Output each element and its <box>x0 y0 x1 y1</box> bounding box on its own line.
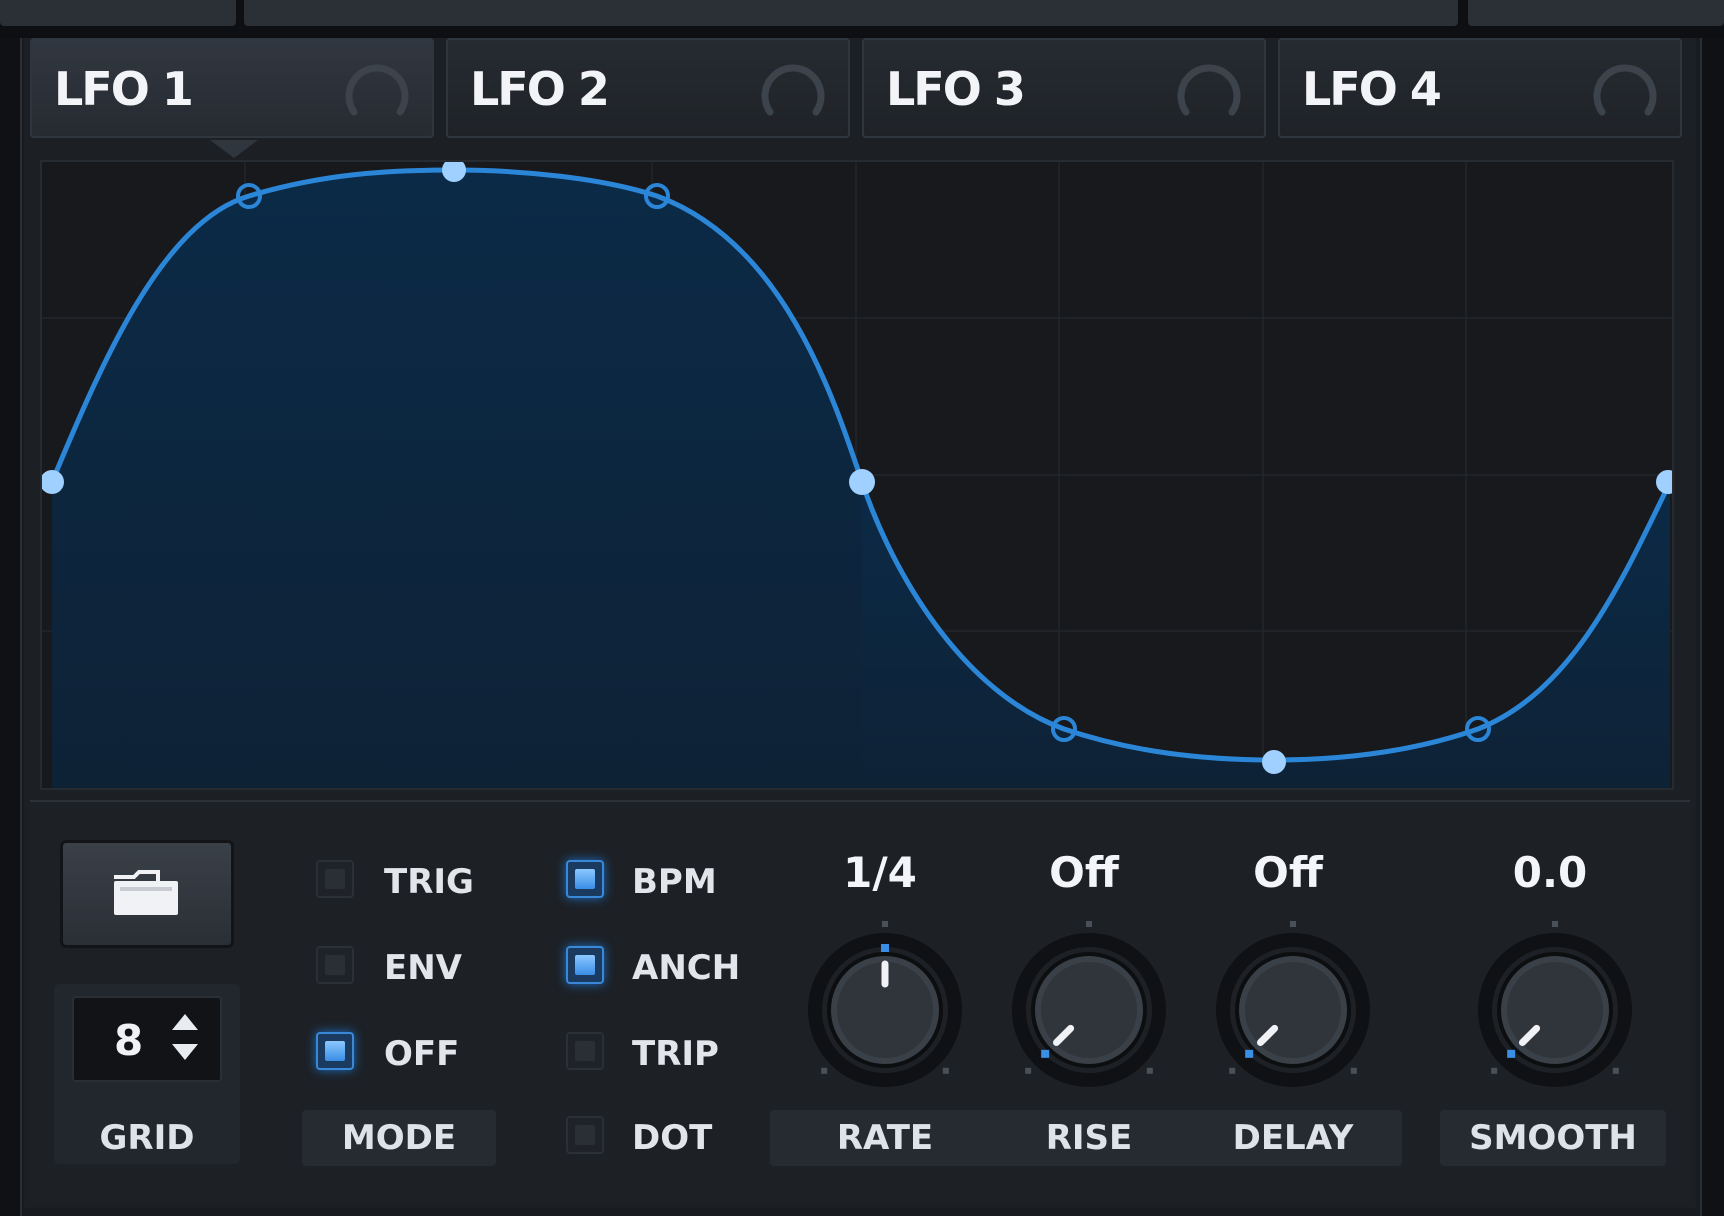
mode-off-checkbox[interactable] <box>316 1032 354 1070</box>
bpm-checkbox[interactable] <box>566 860 604 898</box>
smooth-label: SMOOTH <box>1469 1118 1637 1158</box>
curve-point[interactable] <box>849 469 875 495</box>
mode-trig-label: TRIG <box>384 862 474 902</box>
grid-stepper[interactable]: 8 <box>72 996 222 1082</box>
tab-label: LFO 2 <box>470 62 610 116</box>
lfo-retrigger-icon <box>761 64 825 116</box>
delay-knob[interactable] <box>1203 910 1383 1090</box>
mode-env-label: ENV <box>384 948 462 988</box>
mode-trig-checkbox[interactable] <box>316 860 354 898</box>
knob-indicator <box>881 944 889 952</box>
tab-lfo-4[interactable]: LFO 4 <box>1278 38 1682 138</box>
knob-svg[interactable] <box>795 910 975 1090</box>
curve-point[interactable] <box>1656 470 1672 494</box>
knob-indicator <box>1507 1049 1516 1058</box>
knob-svg[interactable] <box>999 910 1179 1090</box>
knob-indicator <box>1041 1049 1050 1058</box>
knob-svg[interactable] <box>1203 910 1383 1090</box>
knob-center-tick <box>1086 921 1092 927</box>
grid-value: 8 <box>114 1016 144 1065</box>
knob-end-tick <box>1612 1067 1619 1074</box>
anch-checkbox[interactable] <box>566 946 604 984</box>
decrement-arrow-icon[interactable] <box>172 1044 198 1060</box>
smooth-knob[interactable] <box>1465 910 1645 1090</box>
knob-end-tick <box>1229 1067 1236 1074</box>
rate-label: RATE <box>836 1118 934 1158</box>
knob-svg[interactable] <box>1465 910 1645 1090</box>
knob-end-tick <box>821 1067 828 1074</box>
dot-checkbox[interactable] <box>566 1116 604 1154</box>
mode-env-checkbox[interactable] <box>316 946 354 984</box>
rate-value: 1/4 <box>843 848 917 897</box>
rise-label: RISE <box>1045 1118 1133 1158</box>
knob-center-tick <box>882 921 888 927</box>
tab-lfo-2[interactable]: LFO 2 <box>446 38 850 138</box>
tab-label: LFO 4 <box>1302 62 1442 116</box>
folder-icon <box>114 870 178 915</box>
left-rail <box>0 38 22 1216</box>
top-strip <box>0 0 1724 38</box>
mode-off-label: OFF <box>384 1034 460 1074</box>
lfo-retrigger-icon <box>1593 64 1657 116</box>
active-tab-pointer <box>210 140 258 158</box>
trip-label: TRIP <box>632 1034 719 1074</box>
knob-end-tick <box>1146 1067 1153 1074</box>
top-segment <box>244 0 1458 26</box>
knob-indicator <box>1245 1049 1254 1058</box>
curve-point[interactable] <box>1262 750 1286 774</box>
smooth-value: 0.0 <box>1512 848 1588 897</box>
rise-value: Off <box>1049 848 1119 897</box>
knob-end-tick <box>1491 1067 1498 1074</box>
lfo-retrigger-icon <box>345 64 409 116</box>
increment-arrow-icon[interactable] <box>172 1014 198 1030</box>
trip-checkbox[interactable] <box>566 1032 604 1070</box>
knob-end-tick <box>942 1067 949 1074</box>
tab-lfo-1[interactable]: LFO 1 <box>30 38 434 138</box>
delay-value: Off <box>1253 848 1323 897</box>
anch-label: ANCH <box>632 948 741 988</box>
lfo-curve-fill <box>862 482 1670 788</box>
preset-browser-button[interactable] <box>60 840 234 948</box>
right-rail <box>1700 38 1724 1216</box>
knob-center-tick <box>1290 921 1296 927</box>
rise-knob[interactable] <box>999 910 1179 1090</box>
tab-label: LFO 1 <box>54 62 194 116</box>
lfo-shape-editor[interactable] <box>40 160 1674 790</box>
lfo-tab-bar: LFO 1 LFO 2 LFO 3 LFO 4 <box>30 38 1690 142</box>
knob-end-tick <box>1350 1067 1357 1074</box>
bpm-label: BPM <box>632 862 717 902</box>
mode-label: MODE <box>341 1118 457 1158</box>
knob-end-tick <box>1025 1067 1032 1074</box>
lfo-retrigger-icon <box>1177 64 1241 116</box>
top-segment <box>1468 0 1724 26</box>
tab-label: LFO 3 <box>886 62 1026 116</box>
dot-label: DOT <box>632 1118 713 1158</box>
grid-label: GRID <box>99 1118 195 1158</box>
top-segment <box>0 0 236 26</box>
rate-knob[interactable] <box>795 910 975 1090</box>
lfo-curve-fill <box>52 170 862 788</box>
lfo-curve-svg[interactable] <box>42 162 1672 788</box>
tab-lfo-3[interactable]: LFO 3 <box>862 38 1266 138</box>
delay-label: DELAY <box>1232 1118 1354 1158</box>
knob-center-tick <box>1552 921 1558 927</box>
